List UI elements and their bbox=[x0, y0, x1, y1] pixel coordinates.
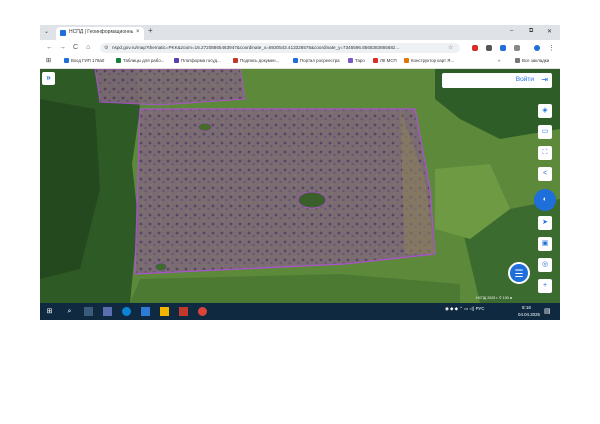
extensions-puzzle-icon[interactable] bbox=[514, 45, 520, 51]
more-bookmarks-button[interactable]: » bbox=[498, 58, 500, 63]
clock-date[interactable]: 04.04.2025 bbox=[518, 312, 540, 317]
bookmark-item[interactable]: Портал росреестра bbox=[293, 58, 340, 63]
land-parcel[interactable] bbox=[134, 108, 436, 275]
bookmark-item[interactable]: Конструктор карт Я... bbox=[404, 58, 454, 63]
save-app-icon[interactable] bbox=[103, 307, 112, 316]
bookmark-item[interactable]: Подпись докумен... bbox=[233, 58, 279, 63]
expand-panel-button[interactable]: » bbox=[42, 72, 55, 85]
bookmark-favicon-icon bbox=[116, 58, 121, 63]
search-object-icon[interactable]: ◐ bbox=[534, 189, 556, 211]
bookmark-item[interactable]: Таро bbox=[348, 58, 365, 63]
restore-button[interactable]: ⧉ bbox=[529, 28, 533, 35]
map-attribution: НСПД 2025 г. © 100 м bbox=[476, 296, 513, 300]
login-button[interactable]: Войти ⇥ bbox=[442, 73, 552, 88]
system-tray[interactable]: ◉ ◆ ◆ ⌃ ▭ ◁) РУС bbox=[445, 306, 484, 312]
bookmark-favicon-icon bbox=[373, 58, 378, 63]
profile-avatar[interactable] bbox=[534, 45, 540, 51]
bookmark-star-icon[interactable]: ☆ bbox=[448, 44, 453, 51]
all-bookmarks-button[interactable]: Все закладки bbox=[515, 58, 549, 63]
bookmark-favicon-icon bbox=[64, 58, 69, 63]
favicon-icon bbox=[60, 30, 66, 36]
bookmark-item[interactable]: Платформа госуд... bbox=[174, 58, 221, 63]
extension-icon[interactable] bbox=[472, 45, 478, 51]
layers-icon[interactable]: ◈ bbox=[538, 104, 552, 118]
forward-button[interactable]: → bbox=[59, 44, 66, 51]
bookmark-favicon-icon bbox=[348, 58, 353, 63]
edge-icon[interactable] bbox=[122, 307, 131, 316]
apps-icon[interactable]: ⊞ bbox=[46, 57, 51, 64]
browser-tab[interactable]: НСПД | Геоинформационный × bbox=[56, 27, 144, 40]
new-tab-button[interactable]: + bbox=[148, 26, 153, 35]
ruler-icon[interactable]: ▭ bbox=[538, 125, 552, 139]
bookmark-favicon-icon bbox=[233, 58, 238, 63]
notification-icon[interactable]: ▤ bbox=[544, 307, 551, 315]
site-info-icon[interactable]: ⚙ bbox=[104, 45, 108, 51]
folder-icon bbox=[515, 58, 520, 63]
inner-parcel[interactable] bbox=[154, 262, 168, 272]
bookmark-favicon-icon bbox=[404, 58, 409, 63]
chat-icon[interactable]: ☰ bbox=[508, 262, 530, 284]
bookmark-favicon-icon bbox=[293, 58, 298, 63]
browser-toolbar: ← → C ⌂ ⚙ nspd.gov.ru/map?thematic=PKK&z… bbox=[40, 40, 560, 56]
chrome-icon[interactable] bbox=[198, 307, 207, 316]
satellite-map[interactable] bbox=[40, 69, 560, 303]
back-button[interactable]: ← bbox=[46, 44, 53, 51]
share-icon[interactable]: < bbox=[538, 167, 552, 181]
tab-title: НСПД | Геоинформационный bbox=[69, 29, 133, 35]
extension-icon[interactable] bbox=[500, 45, 506, 51]
task-view-icon[interactable] bbox=[84, 307, 93, 316]
bookmark-item[interactable]: Таблицы для рабо... bbox=[116, 58, 164, 63]
app-icon[interactable] bbox=[179, 307, 188, 316]
search-icon[interactable]: ⌕ bbox=[65, 307, 74, 316]
inner-parcel[interactable] bbox=[197, 122, 213, 132]
close-window-button[interactable]: ✕ bbox=[547, 28, 552, 35]
fullscreen-icon[interactable]: ⛶ bbox=[538, 146, 552, 160]
bookmark-item[interactable]: ЛК МСП bbox=[373, 58, 397, 63]
minimize-button[interactable]: – bbox=[510, 28, 513, 34]
home-button[interactable]: ⌂ bbox=[86, 44, 90, 51]
login-icon: ⇥ bbox=[541, 75, 548, 84]
url-text[interactable]: nspd.gov.ru/map?thematic=PKK&zoom=16.272… bbox=[112, 45, 442, 50]
bookmark-favicon-icon bbox=[174, 58, 179, 63]
reload-button[interactable]: C bbox=[73, 44, 78, 51]
tab-search-icon[interactable]: ⌄ bbox=[44, 28, 49, 35]
target-icon[interactable]: ◎ bbox=[538, 258, 552, 272]
location-icon[interactable]: ➤ bbox=[538, 216, 552, 230]
bookmark-item[interactable]: Вход ГИП 178а0 bbox=[64, 58, 104, 63]
explorer-icon[interactable] bbox=[160, 307, 169, 316]
login-label: Войти bbox=[515, 76, 534, 83]
map-view[interactable]: » Войти ⇥ ◈ ▭ ⛶ < ◐ ➤ ▣ ◎ + ☰ НСПД 2025 … bbox=[40, 69, 560, 303]
tab-close-icon[interactable]: × bbox=[136, 29, 140, 35]
clock-time[interactable]: 8:16 bbox=[522, 305, 531, 310]
extension-icon[interactable] bbox=[486, 45, 492, 51]
address-bar[interactable]: ⚙ nspd.gov.ru/map?thematic=PKK&zoom=16.2… bbox=[100, 43, 460, 53]
parcel-strip[interactable] bbox=[94, 69, 246, 106]
taskbar: ⊞ ⌕ ◉ ◆ ◆ ⌃ ▭ ◁) РУС 8:16 04.04.2025 ▤ bbox=[40, 303, 560, 320]
screenshot: ⌄ НСПД | Геоинформационный × + – ⧉ ✕ ← →… bbox=[40, 25, 560, 320]
zoom-in-icon[interactable]: + bbox=[538, 279, 552, 293]
start-icon[interactable]: ⊞ bbox=[45, 307, 54, 316]
menu-kebab-icon[interactable]: ⋮ bbox=[548, 44, 555, 52]
title-bar: ⌄ НСПД | Геоинформационный × + – ⧉ ✕ bbox=[40, 25, 560, 40]
bookmarks-bar: ⊞ Вход ГИП 178а0 Таблицы для рабо... Пла… bbox=[40, 56, 560, 69]
app-icon[interactable] bbox=[141, 307, 150, 316]
inner-parcel[interactable] bbox=[297, 191, 327, 209]
image-icon[interactable]: ▣ bbox=[538, 237, 552, 251]
